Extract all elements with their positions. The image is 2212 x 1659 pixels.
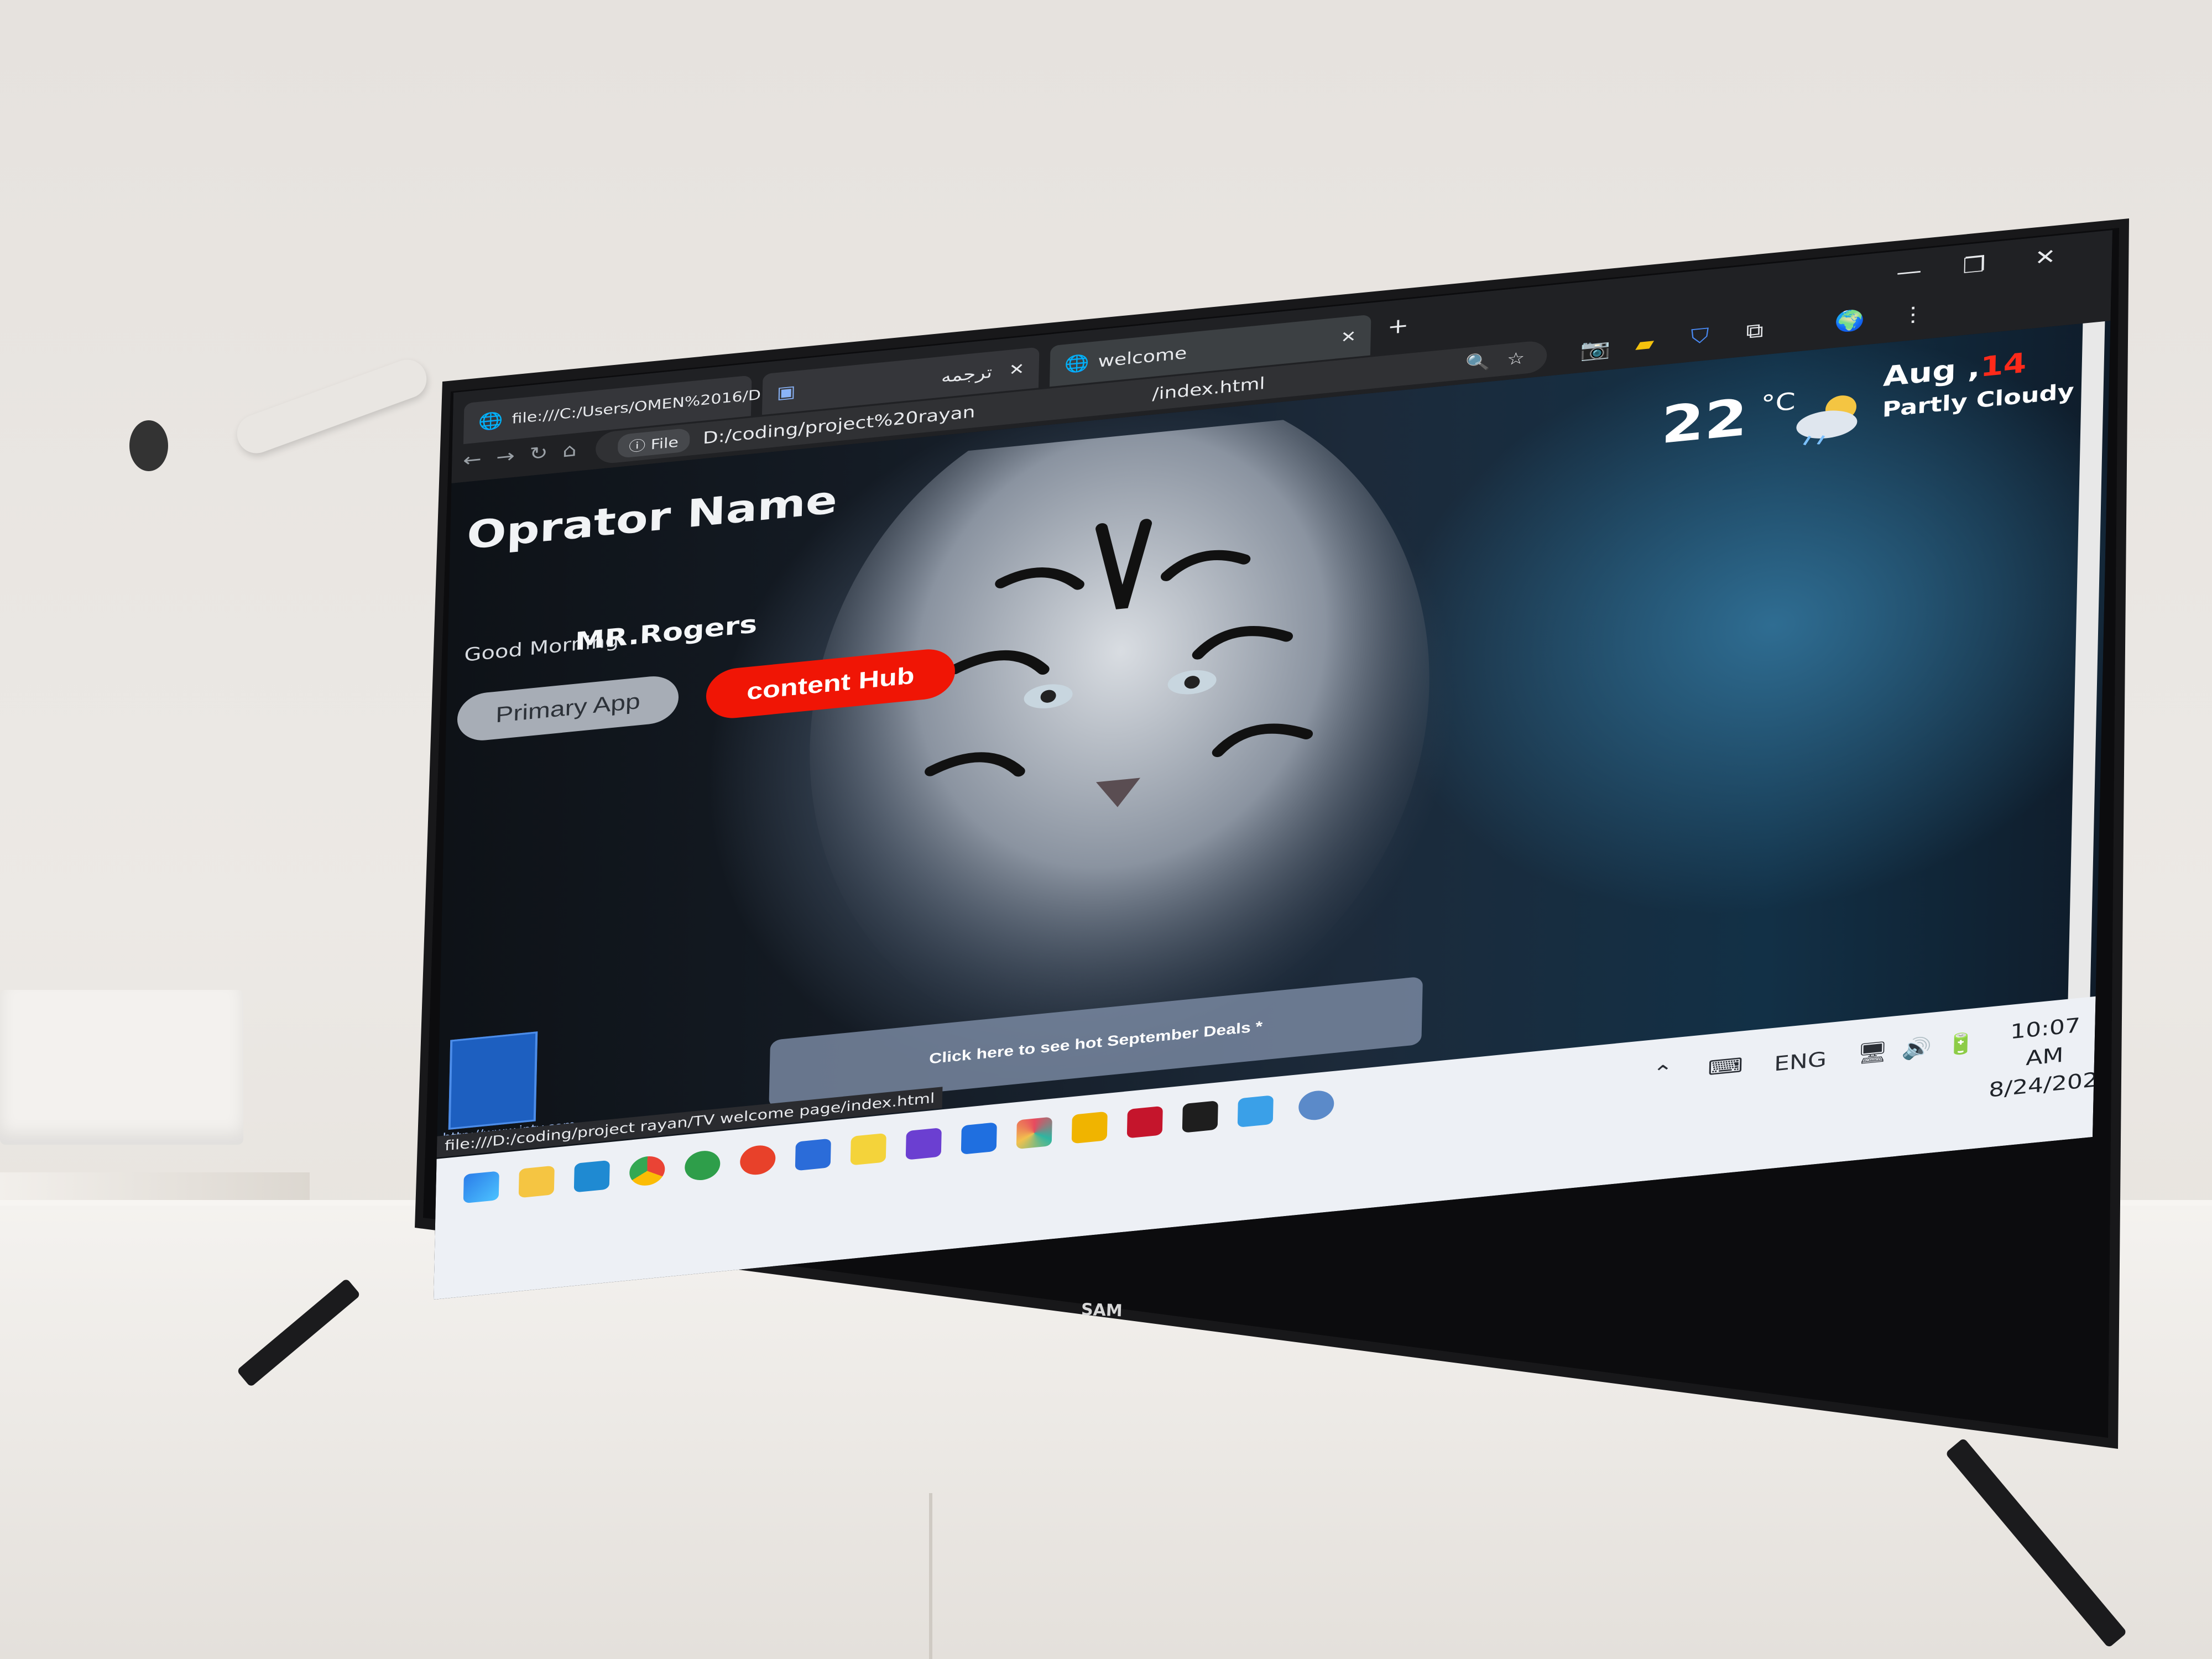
temperature: 22 <box>1660 388 1748 456</box>
file-label: File <box>650 434 679 453</box>
white-planter <box>0 990 243 1145</box>
app-layers-icon[interactable] <box>1071 1111 1108 1144</box>
app-colorful-icon[interactable] <box>1016 1117 1052 1150</box>
home-icon[interactable]: ⌂ <box>562 440 577 462</box>
reload-icon[interactable]: ↻ <box>529 442 548 465</box>
minimize-icon[interactable]: — <box>1896 258 1922 285</box>
date-month: Aug , <box>1882 351 1981 393</box>
close-icon[interactable]: ✕ <box>1009 359 1025 379</box>
figma-icon[interactable] <box>1182 1100 1218 1133</box>
language-indicator[interactable]: ENG <box>1774 1047 1827 1076</box>
camera-icon[interactable]: 📷 <box>1580 336 1611 362</box>
info-icon: ⓘ <box>628 437 651 455</box>
close-window-icon[interactable]: ✕ <box>2034 244 2057 270</box>
windows-start-icon[interactable] <box>463 1171 499 1204</box>
chrome-icon[interactable] <box>629 1155 665 1187</box>
file-chip[interactable]: ⓘ File <box>617 427 690 459</box>
app-n-icon[interactable] <box>961 1122 997 1155</box>
menu-icon[interactable]: ⋮ <box>1901 302 1926 327</box>
qr-code[interactable] <box>448 1031 538 1130</box>
shield-icon[interactable]: ⛉ <box>1691 324 1709 349</box>
new-tab-button[interactable]: + <box>1387 312 1409 339</box>
zoom-icon[interactable]: 🔍 <box>1465 352 1491 373</box>
taskbar-clock[interactable]: 10:07 AM 8/24/2024 <box>1989 1009 2112 1104</box>
tv-screen: 🌐 file:///C:/Users/OMEN%2016/D ✕ ▣ ترجمه… <box>434 230 2112 1300</box>
address-url-tail: /index.html <box>1152 374 1265 404</box>
app-red-icon[interactable] <box>1126 1105 1163 1139</box>
battery-icon[interactable]: 🔋 <box>1945 1031 1976 1057</box>
operator-name: Oprator Name <box>466 477 838 558</box>
tv-brand-logo: SAM <box>1081 1300 1123 1321</box>
player-icon[interactable] <box>850 1133 886 1166</box>
downloader-icon[interactable] <box>684 1149 721 1182</box>
globe-icon: 🌐 <box>478 410 503 432</box>
vscode-icon[interactable] <box>573 1160 610 1193</box>
guest-name: MR.Rogers <box>575 609 758 656</box>
cabinet-door-seam <box>929 1493 932 1659</box>
volume-icon[interactable]: 🔊 <box>1901 1035 1932 1062</box>
file-explorer-icon[interactable] <box>518 1165 555 1198</box>
network-icon[interactable]: 🖥 <box>1857 1039 1888 1066</box>
extension-yellow-icon[interactable]: ▰ <box>1635 331 1655 356</box>
wall-hole <box>129 420 168 471</box>
restore-icon[interactable]: ❐ <box>1963 252 1986 278</box>
tab-label: welcome <box>1098 343 1187 371</box>
settings-icon[interactable] <box>1298 1089 1334 1122</box>
globe-icon: 🌐 <box>1064 353 1089 375</box>
close-icon[interactable]: ✕ <box>1340 327 1357 347</box>
translate-icon: ▣ <box>776 382 796 403</box>
tab-label: ترجمه <box>941 362 993 387</box>
forward-icon[interactable]: → <box>496 445 515 468</box>
keyboard-icon[interactable]: ⌨ <box>1708 1053 1743 1080</box>
tv-cabinet <box>0 1206 2212 1659</box>
partly-cloudy-icon <box>1796 395 1858 446</box>
back-icon[interactable]: ← <box>463 448 482 471</box>
app-blue-icon[interactable] <box>795 1138 831 1171</box>
puzzle-icon[interactable]: ⧉ <box>1746 319 1764 343</box>
temperature-unit: °C <box>1760 388 1796 419</box>
chevron-up-icon[interactable]: ⌃ <box>1652 1061 1673 1086</box>
clock-time: 10:07 AM <box>2010 1014 2081 1071</box>
notepad-icon[interactable] <box>1237 1095 1274 1128</box>
wall-cable <box>231 354 432 459</box>
date-day: 14 <box>1980 347 2027 384</box>
recorder-icon[interactable] <box>739 1144 776 1177</box>
star-icon[interactable]: ☆ <box>1507 348 1525 369</box>
primary-app-button[interactable]: Primary App <box>457 674 679 743</box>
profile-avatar[interactable]: 🌍 <box>1834 307 1865 334</box>
app-purple-icon[interactable] <box>905 1128 942 1160</box>
